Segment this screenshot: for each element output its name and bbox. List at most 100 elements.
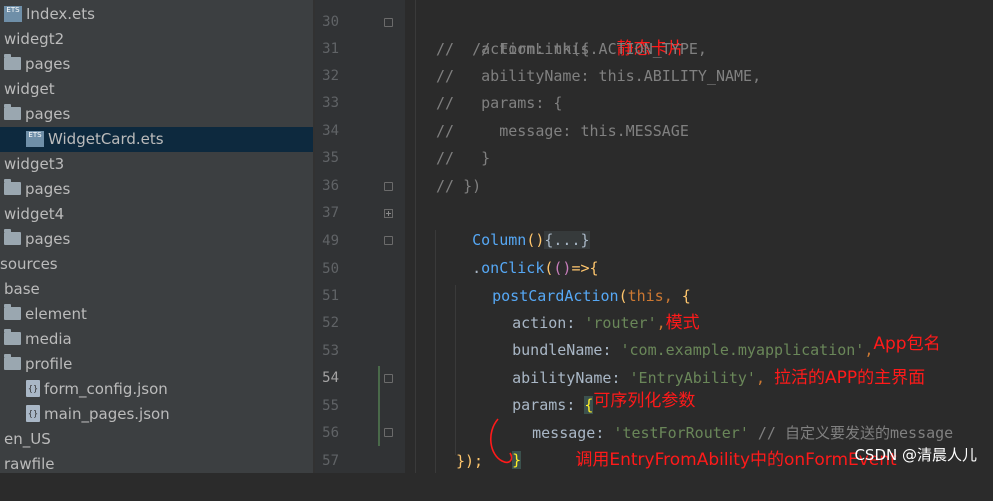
code-comment: // action: this.ACTION_TYPE,: [436, 40, 707, 58]
code-line-49: .onClick(()=>{: [436, 228, 598, 277]
code-line-52: bundleName: 'com.example.myapplication',…: [476, 310, 940, 359]
ets-file-icon: ETS: [4, 5, 22, 22]
tree-item[interactable]: pages: [0, 52, 313, 77]
tree-item-label: pages: [25, 230, 71, 248]
code-line-31: // action: this.ACTION_TYPE,: [436, 36, 707, 63]
line-number: 57: [322, 453, 339, 469]
folder-icon: [4, 179, 21, 195]
line-number: 30: [322, 14, 339, 30]
tree-item-label: sources: [0, 255, 58, 273]
code-line-35: // }: [436, 145, 490, 172]
editor-gutter: 30 31 32 33 34 35 36 37 49 50 51 52 53 54 55 56 57: [315, 0, 405, 473]
folder-icon: [4, 104, 21, 120]
tree-item[interactable]: base: [0, 277, 313, 302]
folder-icon: [4, 354, 21, 370]
json-file-icon: {}: [26, 380, 40, 397]
line-number: 31: [322, 41, 339, 57]
tree-item[interactable]: ETS WidgetCard.ets: [0, 127, 313, 152]
tree-item[interactable]: widget3: [0, 152, 313, 177]
line-number: 35: [322, 150, 339, 166]
code-line-34: // message: this.MESSAGE: [436, 118, 689, 145]
fold-collapse-icon[interactable]: [384, 236, 393, 245]
line-number: 49: [322, 233, 339, 249]
tree-item[interactable]: media: [0, 327, 313, 352]
json-file-icon: {}: [26, 405, 40, 422]
code-line-36: // }): [436, 173, 481, 200]
tree-item[interactable]: element: [0, 302, 313, 327]
tree-item[interactable]: en_US: [0, 427, 313, 452]
code-line-54: params: {可序列化参数: [476, 365, 695, 414]
tree-item-label: Index.ets: [26, 5, 95, 23]
folder-icon: [4, 229, 21, 245]
code-editor[interactable]: // FormLink({ 静态卡片 // action: this.ACTIO…: [405, 0, 993, 473]
tree-item[interactable]: pages: [0, 177, 313, 202]
indent-guide: [415, 0, 416, 473]
tree-item-label: pages: [25, 180, 71, 198]
tree-item-label: widget3: [4, 155, 65, 173]
line-number: 53: [322, 343, 339, 359]
tree-item[interactable]: widget: [0, 77, 313, 102]
tree-item-label: widget: [4, 80, 55, 98]
annotation-arrow-icon: [490, 418, 513, 464]
line-number: 33: [322, 95, 339, 111]
code-line-53: abilityName: 'EntryAbility', 拉活的APP的主界面: [476, 338, 925, 388]
line-number: 32: [322, 68, 339, 84]
code-line-30: // FormLink({ 静态卡片: [436, 9, 685, 59]
tree-item-label: main_pages.json: [44, 405, 170, 423]
tree-item[interactable]: profile: [0, 352, 313, 377]
annotation-on-form-event: 调用EntryFromAbility中的onFormEvent: [575, 450, 897, 470]
fold-expand-icon[interactable]: [384, 209, 393, 218]
tree-item-label: widget4: [4, 205, 65, 223]
tree-item[interactable]: pages: [0, 227, 313, 252]
tree-item-label: WidgetCard.ets: [48, 130, 164, 148]
fold-collapse-icon[interactable]: [384, 182, 393, 191]
line-number: 37: [322, 205, 339, 221]
tree-item[interactable]: ETS Index.ets: [0, 2, 313, 27]
tree-item[interactable]: {} form_config.json: [0, 377, 313, 402]
tree-item[interactable]: widget4: [0, 202, 313, 227]
project-tree: ETS Index.ets widegt2 pages widget pages ETS Wi…: [0, 0, 313, 473]
tree-item-label: pages: [25, 105, 71, 123]
watermark: CSDN @清晨人儿: [854, 446, 977, 464]
line-number: 36: [322, 178, 339, 194]
code-line-50: postCardAction(this, {: [456, 256, 691, 305]
line-number: 51: [322, 288, 339, 304]
fold-collapse-icon[interactable]: [384, 374, 393, 383]
line-number: 55: [322, 398, 339, 414]
line-number: 50: [322, 261, 339, 277]
fold-collapse-icon[interactable]: [384, 428, 393, 437]
tree-item-label: pages: [25, 55, 71, 73]
tree-item[interactable]: rawfile: [0, 452, 313, 473]
tree-item[interactable]: sources: [0, 252, 313, 277]
line-number: 34: [322, 123, 339, 139]
code-line-37: Column(){...}: [436, 200, 590, 249]
tree-item-label: media: [25, 330, 72, 348]
tree-item-label: element: [25, 305, 87, 323]
code-comment: // }): [436, 177, 482, 195]
code-line-55: message: 'testForRouter' // 自定义要发送的messa…: [496, 393, 953, 442]
tree-item-label: profile: [25, 355, 73, 373]
ets-file-icon: ETS: [26, 130, 44, 147]
change-marker: [378, 366, 380, 446]
tree-item-label: form_config.json: [44, 380, 168, 398]
code-comment: // abilityName: this.ABILITY_NAME,: [436, 67, 762, 85]
code-comment: // params: {: [436, 94, 563, 112]
code-comma: ,: [755, 369, 775, 387]
fold-collapse-icon[interactable]: [384, 18, 393, 27]
tree-item[interactable]: widegt2: [0, 27, 313, 52]
folder-icon: [4, 304, 21, 320]
annotation-main-ability: 拉活的APP的主界面: [774, 368, 926, 388]
line-number: 56: [322, 425, 339, 441]
tree-item[interactable]: {} main_pages.json: [0, 402, 313, 427]
folder-icon: [4, 329, 21, 345]
tree-item-label: widegt2: [4, 30, 65, 48]
code-line-32: // abilityName: this.ABILITY_NAME,: [436, 63, 761, 90]
line-number: 52: [322, 315, 339, 331]
tree-item-label: en_US: [4, 430, 51, 448]
code-comment: // }: [436, 149, 491, 167]
code-comment: // message: this.MESSAGE: [436, 122, 689, 140]
tree-item[interactable]: pages: [0, 102, 313, 127]
code-line-51: action: 'router',模式: [476, 283, 700, 333]
line-number: 54: [322, 370, 339, 386]
code-line-33: // params: {: [436, 90, 562, 117]
